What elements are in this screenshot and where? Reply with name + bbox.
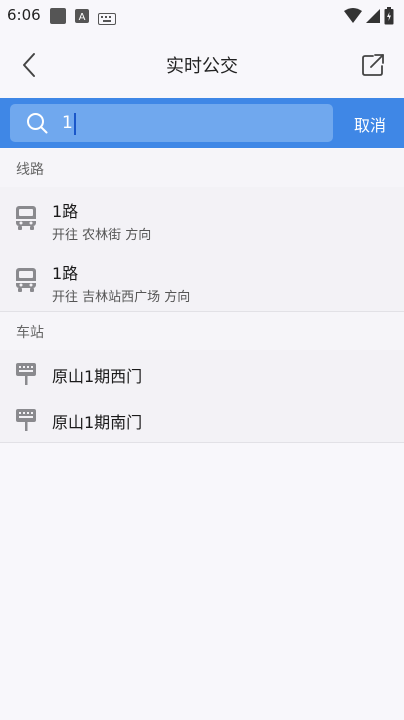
font-notification-icon: A <box>75 8 89 27</box>
search-icon <box>26 112 48 138</box>
stations-section-header: 车站 <box>0 312 404 350</box>
svg-text:A: A <box>79 12 86 23</box>
wifi-icon <box>344 8 362 28</box>
signal-icon <box>366 8 380 28</box>
battery-icon <box>384 7 394 29</box>
bus-stop-icon <box>15 362 37 390</box>
bus-stop-icon <box>15 408 37 436</box>
app-notification-icon <box>50 8 66 28</box>
section-title: 车站 <box>16 325 44 341</box>
station-item[interactable]: 原山1期南门 <box>0 396 404 442</box>
bus-icon <box>15 205 37 235</box>
route-item[interactable]: 1路 开往 农林街 方向 <box>0 187 404 249</box>
keyboard-icon <box>98 10 116 29</box>
status-bar: 6:06 A <box>0 0 404 32</box>
section-title: 线路 <box>16 162 44 178</box>
route-list: 1路 开往 农林街 方向 1路 开往 吉林站西广场 方向 <box>0 187 404 312</box>
route-direction: 开往 农林街 方向 <box>52 228 152 243</box>
station-name: 原山1期南门 <box>52 413 143 432</box>
cancel-button[interactable]: 取消 <box>354 112 386 136</box>
search-box[interactable] <box>10 104 333 142</box>
title-bar: 实时公交 <box>0 32 404 98</box>
search-bar: 取消 <box>0 98 404 148</box>
route-item[interactable]: 1路 开往 吉林站西广场 方向 <box>0 249 404 311</box>
route-name: 1路 <box>52 202 79 221</box>
station-name: 原山1期西门 <box>52 367 143 386</box>
station-item[interactable]: 原山1期西门 <box>0 350 404 396</box>
route-direction: 开往 吉林站西广场 方向 <box>52 290 191 305</box>
route-name: 1路 <box>52 264 79 283</box>
station-list: 原山1期西门 原山1期南门 <box>0 350 404 443</box>
share-button[interactable] <box>356 48 390 82</box>
status-time: 6:06 <box>7 6 41 24</box>
text-cursor <box>74 113 76 135</box>
bus-icon <box>15 267 37 297</box>
share-icon <box>362 54 384 76</box>
routes-section-header: 线路 <box>0 149 404 187</box>
search-input[interactable] <box>62 110 322 136</box>
page-title: 实时公交 <box>166 56 238 77</box>
